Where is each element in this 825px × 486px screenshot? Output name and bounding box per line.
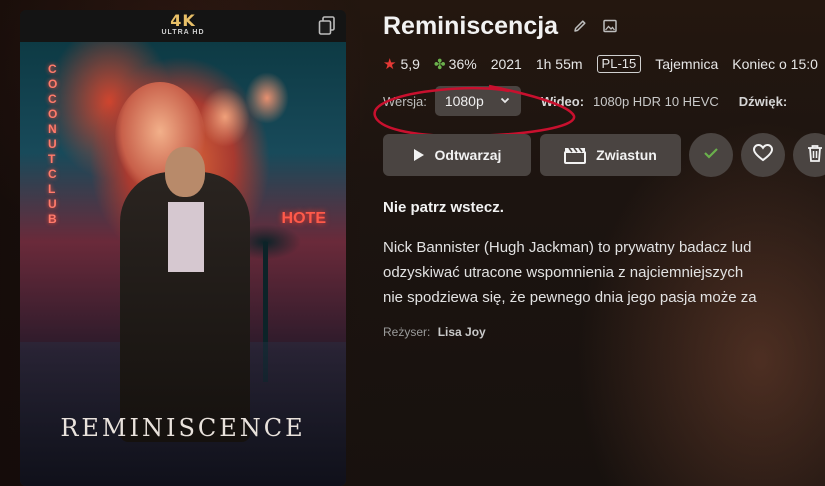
- video-label: Wideo:: [540, 93, 585, 109]
- poster-image[interactable]: COCONUT CLUB HOTE REMINISCENCE: [20, 42, 346, 486]
- image-icon[interactable]: [602, 18, 618, 34]
- runtime: 1h 55m: [535, 56, 583, 72]
- chevron-down-icon: [499, 93, 511, 109]
- overview-line: Nick Bannister (Hugh Jackman) to prywatn…: [383, 239, 752, 256]
- poster-figure-head: [165, 147, 205, 197]
- copy-icon[interactable]: [318, 16, 336, 36]
- edit-icon[interactable]: [572, 18, 588, 34]
- mark-watched-button[interactable]: [689, 133, 733, 177]
- age-rating-badge: PL-15: [596, 55, 642, 73]
- end-time: Koniec o 15:0: [732, 56, 818, 72]
- poster-face: [245, 72, 289, 124]
- badge-4k-text: 4K: [170, 11, 196, 30]
- trailer-button-label: Zwiastun: [596, 147, 657, 163]
- trash-icon: [807, 144, 823, 167]
- release-year: 2021: [490, 56, 522, 72]
- poster-title: REMINISCENCE: [60, 414, 306, 442]
- delete-button[interactable]: [793, 133, 825, 177]
- poster-face: [200, 87, 250, 147]
- play-button-label: Odtwarzaj: [434, 147, 502, 163]
- favorite-button[interactable]: [741, 133, 785, 177]
- metadata-row: ★ 5,9 ✤ 36% 2021 1h 55m PL-15 Tajemnica …: [383, 54, 818, 74]
- details-panel: Reminiscencja ★ 5,9 ✤ 36% 2021 1h 55m PL…: [373, 0, 825, 486]
- director-name[interactable]: Lisa Joy: [438, 325, 486, 339]
- action-buttons: Odtwarzaj Zwiastun: [383, 133, 825, 177]
- rating-value: 5,9: [400, 56, 420, 72]
- video-value: 1080p HDR 10 HEVC: [593, 93, 719, 109]
- overview-line: odzyskiwać utracone wspomnienia z najcie…: [383, 264, 744, 281]
- version-select[interactable]: 1080p: [434, 86, 521, 116]
- check-icon: [703, 146, 719, 165]
- version-label: Wersja:: [383, 93, 427, 109]
- audio-label: Dźwięk:: [738, 93, 788, 109]
- clapperboard-icon: [564, 146, 587, 164]
- poster-neon-sign: COCONUT CLUB: [48, 62, 60, 226]
- poster-card: 4K ULTRA HD COCONUT CLUB HOTE REMINISCEN…: [20, 10, 346, 486]
- poster-figure-shirt: [168, 202, 204, 272]
- badge-ultra-hd-text: ULTRA HD: [161, 29, 205, 36]
- director-row: Reżyser: Lisa Joy: [383, 325, 486, 339]
- movie-title: Reminiscencja: [383, 11, 559, 40]
- audience-score: 36%: [448, 56, 477, 72]
- version-selected-value: 1080p: [444, 93, 484, 109]
- genre: Tajemnica: [655, 56, 719, 72]
- trailer-button[interactable]: Zwiastun: [540, 134, 681, 176]
- poster-hotel-sign: HOTE: [281, 210, 326, 227]
- 4k-ultra-hd-badge: 4K ULTRA HD: [161, 11, 205, 37]
- overview-text: Nick Bannister (Hugh Jackman) to prywatn…: [383, 235, 825, 310]
- clover-icon: ✤: [433, 55, 446, 72]
- overview-line: nie spodziewa się, że pewnego dnia jego …: [383, 289, 757, 306]
- tagline: Nie patrz wstecz.: [383, 199, 504, 216]
- director-label: Reżyser:: [383, 325, 431, 339]
- media-info-row: Wersja: 1080p Wideo: 1080p HDR 10 HEVC D…: [383, 86, 787, 116]
- play-button[interactable]: Odtwarzaj: [383, 134, 531, 176]
- poster-header: 4K ULTRA HD: [20, 10, 346, 42]
- title-row: Reminiscencja: [383, 10, 618, 42]
- play-icon: [413, 148, 425, 162]
- star-icon: ★: [383, 56, 397, 73]
- heart-icon: [752, 143, 774, 167]
